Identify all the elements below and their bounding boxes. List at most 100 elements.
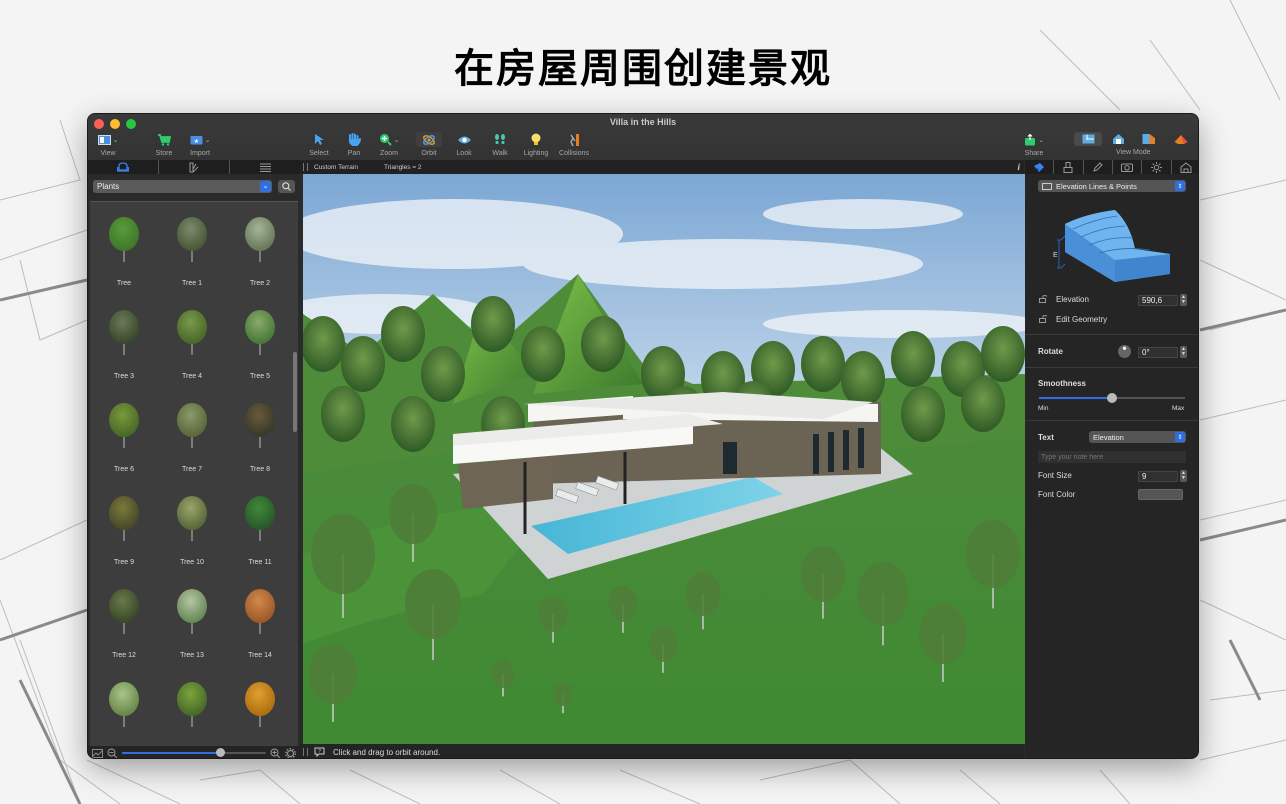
elevation-stepper[interactable]: ▲ ▼: [1180, 294, 1187, 306]
tree-thumbnail-icon: [177, 310, 207, 355]
image-icon[interactable]: [92, 748, 103, 758]
tab-materials[interactable]: [159, 160, 230, 174]
viewport-info-bar: Custom Terrain Triangles = 2 i: [300, 160, 1024, 174]
plant-item-label: Tree 10: [180, 559, 204, 566]
slider-handle[interactable]: [1107, 393, 1117, 403]
footprints-icon: [495, 134, 505, 144]
plant-item[interactable]: Tree 13: [158, 586, 226, 679]
library-scrollbar[interactable]: [293, 352, 297, 432]
plant-item[interactable]: Tree 2: [226, 214, 294, 307]
swatch-icon: [189, 162, 198, 172]
drag-handle[interactable]: [303, 748, 308, 756]
zoom-in-icon[interactable]: [270, 748, 281, 759]
zoom-out-icon[interactable]: [107, 748, 118, 759]
elevation-label: Elevation: [1056, 295, 1089, 304]
floorplan-icon: [1082, 134, 1094, 144]
tool-orbit[interactable]: Orbit: [409, 132, 449, 157]
plant-item[interactable]: Tree 6: [90, 400, 158, 493]
elevation-input[interactable]: 590,6: [1138, 295, 1178, 306]
tool-select[interactable]: Select: [299, 132, 339, 157]
plant-item[interactable]: Tree 4: [158, 307, 226, 400]
plant-item[interactable]: Tree 14: [226, 586, 294, 679]
edit-geometry-label[interactable]: Edit Geometry: [1056, 315, 1107, 324]
tab-furniture[interactable]: [88, 160, 159, 174]
tool-pan[interactable]: Pan: [334, 132, 374, 157]
category-select[interactable]: Plants ⌄: [93, 179, 272, 193]
tool-lighting[interactable]: Lighting: [516, 132, 556, 157]
slider-handle[interactable]: [215, 748, 225, 757]
search-button[interactable]: [278, 179, 295, 193]
tab-camera[interactable]: [1113, 160, 1143, 174]
unlock-icon[interactable]: [1039, 295, 1048, 303]
plant-item[interactable]: [226, 679, 294, 747]
plant-item[interactable]: Tree 8: [226, 400, 294, 493]
view-mode-2d-button[interactable]: [1074, 132, 1102, 146]
orbit-icon: [423, 134, 435, 145]
plant-item[interactable]: [90, 679, 158, 747]
rotate-dial[interactable]: [1118, 345, 1131, 358]
scene-tree: [901, 386, 945, 442]
scene-tree: [311, 514, 375, 594]
tab-edit[interactable]: [1084, 160, 1113, 174]
tab-object[interactable]: [1025, 160, 1055, 174]
plant-item-label: Tree 3: [114, 373, 134, 380]
plant-item[interactable]: Tree 1: [158, 214, 226, 307]
plant-item[interactable]: Tree 5: [226, 307, 294, 400]
collision-icon: [570, 133, 579, 146]
share-button[interactable]: ⌄ Share: [1014, 132, 1054, 157]
drag-handle[interactable]: [303, 163, 308, 171]
library-footer: [88, 746, 300, 759]
hand-icon: [348, 133, 361, 146]
scene-tree: [608, 586, 638, 622]
rotate-input[interactable]: 0°: [1138, 347, 1178, 358]
plant-item[interactable]: Tree 3: [90, 307, 158, 400]
font-color-well[interactable]: [1138, 489, 1183, 500]
plant-item[interactable]: Tree 7: [158, 400, 226, 493]
paint-brush-icon: [1063, 161, 1073, 173]
tab-lighting[interactable]: [1142, 160, 1172, 174]
tool-look[interactable]: Look: [444, 132, 484, 157]
scene-tree: [648, 626, 678, 662]
unlock-icon[interactable]: [1039, 315, 1048, 323]
import-button[interactable]: ★ ⌄ Import: [180, 132, 220, 157]
scene-tree: [841, 351, 885, 407]
bulb-icon: [531, 133, 541, 145]
tool-walk[interactable]: Walk: [480, 132, 520, 157]
info-icon[interactable]: i: [1017, 162, 1020, 172]
tree-thumbnail-icon: [245, 589, 275, 634]
smoothness-slider[interactable]: [1039, 393, 1185, 403]
plant-item[interactable]: Tree: [90, 214, 158, 307]
rotate-stepper[interactable]: ▲ ▼: [1180, 346, 1187, 358]
tab-paint[interactable]: [1054, 160, 1084, 174]
tool-collisions[interactable]: Collisions: [554, 132, 594, 157]
tree-thumbnail-icon: [109, 403, 139, 448]
plant-item-label: Tree 1: [182, 280, 202, 287]
view-mode-split-button[interactable]: [1142, 132, 1156, 150]
plant-item[interactable]: Tree 11: [226, 493, 294, 586]
view-mode-roof-button[interactable]: [1174, 132, 1188, 150]
thumbnail-size-slider[interactable]: [122, 748, 266, 757]
gear-icon[interactable]: [285, 747, 296, 759]
view-button[interactable]: ⌄ View: [88, 132, 128, 157]
tree-thumbnail-icon: [109, 682, 139, 727]
plant-item[interactable]: [158, 679, 226, 747]
scene-tree: [405, 569, 461, 639]
view-mode-3d-button[interactable]: [1112, 132, 1125, 150]
plant-item[interactable]: Tree 10: [158, 493, 226, 586]
diagram-e-label: E: [1053, 252, 1058, 259]
text-type-select[interactable]: Elevation ⇕: [1089, 431, 1186, 443]
tree-thumbnail-icon: [245, 403, 275, 448]
tool-zoom[interactable]: ⌄ Zoom: [369, 132, 409, 157]
plant-item[interactable]: Tree 12: [90, 586, 158, 679]
font-size-input[interactable]: 9: [1138, 471, 1178, 482]
terrain-mode-select[interactable]: Elevation Lines & Points ⇕: [1038, 180, 1186, 192]
tab-list[interactable]: [230, 160, 300, 174]
tab-building[interactable]: [1172, 160, 1198, 174]
3d-viewport[interactable]: [303, 174, 1025, 744]
tree-thumbnail-icon: [177, 403, 207, 448]
scene-tree: [800, 546, 846, 602]
plant-item[interactable]: Tree 9: [90, 493, 158, 586]
store-button[interactable]: Store: [144, 132, 184, 157]
note-input[interactable]: [1038, 451, 1186, 463]
font-size-stepper[interactable]: ▲ ▼: [1180, 470, 1187, 482]
